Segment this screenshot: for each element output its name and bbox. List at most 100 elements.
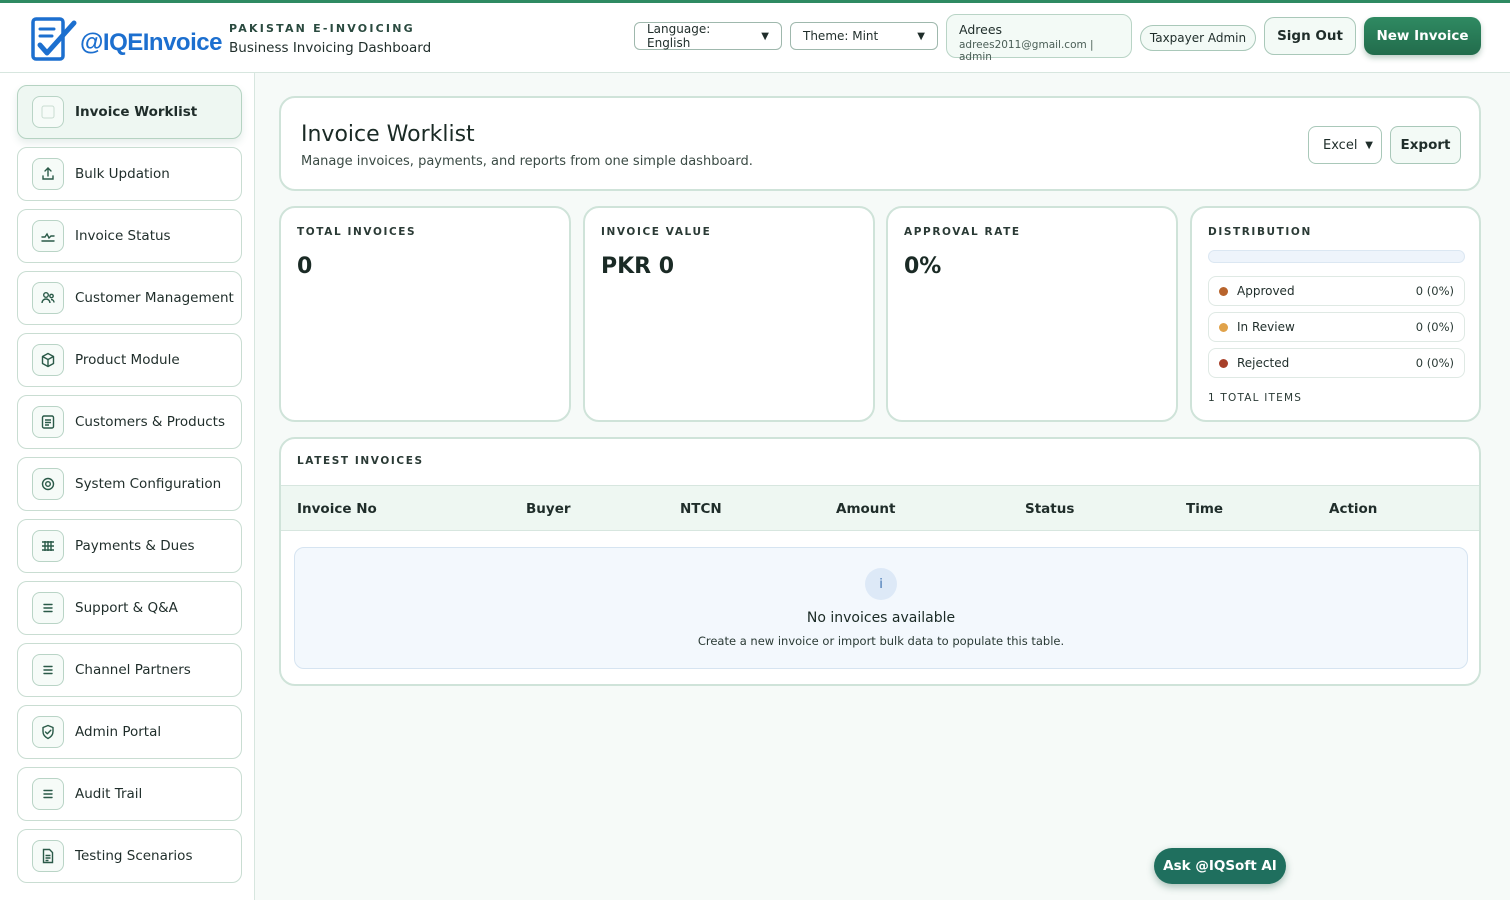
- sidebar-item-label: System Configuration: [75, 476, 222, 492]
- language-select[interactable]: Language: English ▼: [634, 22, 782, 50]
- role-badge[interactable]: Taxpayer Admin: [1140, 25, 1256, 51]
- column-header[interactable]: Amount: [836, 501, 895, 517]
- user-name: Adrees: [959, 22, 1003, 37]
- sidebar-item-support-qa[interactable]: Support & Q&A: [17, 581, 242, 635]
- distribution-row-approved: Approved 0 (0%): [1208, 276, 1465, 306]
- column-header[interactable]: Buyer: [526, 501, 571, 517]
- upload-icon: [32, 158, 64, 190]
- sidebar-item-label: Customers & Products: [75, 414, 226, 430]
- sidebar-item-label: Invoice Worklist: [75, 104, 198, 120]
- sidebar-item-label: Channel Partners: [75, 662, 191, 678]
- brand-name: @IQEInvoice: [80, 29, 222, 56]
- column-header[interactable]: NTCN: [680, 501, 722, 517]
- sidebar-item-label: Support & Q&A: [75, 600, 178, 616]
- empty-state-title: No invoices available: [806, 610, 956, 626]
- distribution-row-name: In Review: [1237, 320, 1295, 334]
- sign-out-button[interactable]: Sign Out: [1264, 17, 1356, 55]
- table-icon: [32, 530, 64, 562]
- document-icon: [32, 840, 64, 872]
- new-invoice-button[interactable]: New Invoice: [1364, 17, 1481, 55]
- distribution-row-name: Rejected: [1237, 356, 1290, 370]
- settings-icon: [32, 468, 64, 500]
- users-icon: [32, 282, 64, 314]
- language-select-value: Language: English: [647, 22, 711, 50]
- grid-icon: [32, 96, 64, 128]
- sidebar-item-label: Product Module: [75, 352, 180, 368]
- sidebar-item-payments-dues[interactable]: Payments & Dues: [17, 519, 242, 573]
- sidebar-item-label: Customer Management: [75, 290, 234, 306]
- stat-card-approval-rate: APPROVAL RATE 0%: [886, 206, 1178, 422]
- app-header: @IQEInvoice PAKISTAN E-INVOICING Busines…: [0, 3, 1510, 73]
- sidebar-item-product-module[interactable]: Product Module: [17, 333, 242, 387]
- column-header[interactable]: Status: [1025, 501, 1074, 517]
- status-dot: [1219, 286, 1228, 296]
- sidebar-item-customers-products[interactable]: Customers & Products: [17, 395, 242, 449]
- distribution-row-rejected: Rejected 0 (0%): [1208, 348, 1465, 378]
- info-icon: i: [865, 568, 897, 600]
- theme-select[interactable]: Theme: Mint ▼: [790, 22, 938, 50]
- header-subtitle: Business Invoicing Dashboard: [229, 40, 432, 56]
- distribution-total: 1 TOTAL ITEMS: [1208, 392, 1303, 404]
- sidebar-item-channel-partners[interactable]: Channel Partners: [17, 643, 242, 697]
- list-card-icon: [32, 406, 64, 438]
- ask-ai-button[interactable]: Ask @IQSoft AI: [1154, 848, 1286, 884]
- sidebar-item-label: Payments & Dues: [75, 538, 195, 554]
- distribution-row-value: 0 (0%): [1415, 356, 1454, 370]
- stat-card-total-invoices: TOTAL INVOICES 0: [279, 206, 571, 422]
- sidebar-item-testing-scenarios[interactable]: Testing Scenarios: [17, 829, 242, 883]
- column-header[interactable]: Action: [1329, 501, 1377, 517]
- page-header-card: Invoice Worklist Manage invoices, paymen…: [279, 96, 1481, 191]
- activity-icon: [32, 220, 64, 252]
- sidebar-item-bulk-updation[interactable]: Bulk Updation: [17, 147, 242, 201]
- user-card[interactable]: Adrees adrees2011@gmail.com | admin: [946, 14, 1132, 63]
- stat-label: INVOICE VALUE: [601, 226, 712, 238]
- export-format-select[interactable]: Excel ▼: [1308, 126, 1382, 164]
- user-email-role: adrees2011@gmail.com | admin: [959, 39, 1094, 63]
- sidebar: Invoice Worklist Bulk Updation Invoice S…: [0, 73, 255, 900]
- sidebar-item-invoice-status[interactable]: Invoice Status: [17, 209, 242, 263]
- table-header: Invoice No Buyer NTCN Amount Status Time…: [281, 485, 1479, 531]
- chevron-down-icon: ▼: [917, 30, 925, 42]
- sidebar-item-label: Audit Trail: [75, 786, 143, 802]
- stat-value: PKR 0: [601, 254, 675, 279]
- sidebar-item-label: Invoice Status: [75, 228, 171, 244]
- distribution-row-name: Approved: [1237, 284, 1295, 298]
- sidebar-item-customer-management[interactable]: Customer Management: [17, 271, 242, 325]
- chevron-down-icon: ▼: [761, 30, 769, 42]
- stat-value: 0%: [904, 254, 942, 279]
- sidebar-item-label: Bulk Updation: [75, 166, 170, 182]
- logo-icon: [31, 17, 77, 61]
- empty-state-description: Create a new invoice or import bulk data…: [697, 634, 1065, 648]
- column-header[interactable]: Invoice No: [297, 501, 377, 517]
- theme-select-value: Theme: Mint: [803, 29, 879, 43]
- latest-invoices-card: LATEST INVOICES Invoice No Buyer NTCN Am…: [279, 437, 1481, 686]
- distribution-label: DISTRIBUTION: [1208, 226, 1312, 238]
- box-icon: [32, 344, 64, 376]
- status-dot: [1219, 358, 1228, 368]
- distribution-row-value: 0 (0%): [1415, 320, 1454, 334]
- sidebar-item-invoice-worklist[interactable]: Invoice Worklist: [17, 85, 242, 139]
- sidebar-item-audit-trail[interactable]: Audit Trail: [17, 767, 242, 821]
- empty-state: i No invoices available Create a new inv…: [294, 547, 1468, 669]
- sidebar-item-label: Testing Scenarios: [75, 848, 193, 864]
- distribution-bar: [1208, 250, 1465, 263]
- latest-invoices-label: LATEST INVOICES: [297, 455, 424, 467]
- export-format-value: Excel: [1323, 137, 1358, 153]
- status-dot: [1219, 322, 1228, 332]
- distribution-card: DISTRIBUTION Approved 0 (0%) In Review 0…: [1190, 206, 1481, 422]
- distribution-row-value: 0 (0%): [1415, 284, 1454, 298]
- stat-label: APPROVAL RATE: [904, 226, 1021, 238]
- sidebar-item-admin-portal[interactable]: Admin Portal: [17, 705, 242, 759]
- menu-icon: [32, 778, 64, 810]
- page-title: Invoice Worklist: [301, 122, 475, 147]
- shield-check-icon: [32, 716, 64, 748]
- sidebar-item-label: Admin Portal: [75, 724, 162, 740]
- column-header[interactable]: Time: [1186, 501, 1223, 517]
- sidebar-item-system-configuration[interactable]: System Configuration: [17, 457, 242, 511]
- page-description: Manage invoices, payments, and reports f…: [301, 154, 753, 169]
- stat-label: TOTAL INVOICES: [297, 226, 417, 238]
- stat-value: 0: [297, 254, 313, 279]
- export-button[interactable]: Export: [1390, 126, 1461, 164]
- distribution-row-in-review: In Review 0 (0%): [1208, 312, 1465, 342]
- stat-card-invoice-value: INVOICE VALUE PKR 0: [583, 206, 875, 422]
